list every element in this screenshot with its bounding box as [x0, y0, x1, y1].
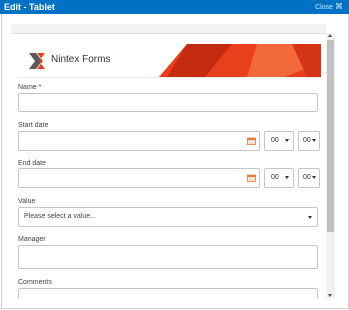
- close-icon: ⌘: [335, 2, 343, 11]
- close-label: Close: [315, 4, 333, 11]
- comments-input[interactable]: [18, 288, 318, 299]
- window-title: Edit - Tablet: [4, 2, 55, 12]
- form-top-strip: [11, 24, 326, 33]
- end-hour-select[interactable]: 00: [264, 168, 294, 188]
- chevron-down-icon: [312, 176, 316, 179]
- required-marker: *: [38, 84, 42, 91]
- chevron-down-icon: [285, 139, 289, 142]
- scroll-up-icon[interactable]: [328, 34, 332, 37]
- nintex-banner: Nintex Forms: [17, 44, 321, 78]
- end-minute-select[interactable]: 00: [298, 168, 320, 188]
- name-label: Name *: [18, 84, 42, 91]
- chevron-down-icon: [285, 176, 289, 179]
- scroll-down-icon[interactable]: [328, 294, 332, 297]
- chevron-down-icon: [308, 216, 312, 219]
- start-hour-select[interactable]: 00: [264, 131, 294, 151]
- form-canvas: Nintex Forms Name * Start date 00 00 End…: [11, 33, 326, 299]
- name-input[interactable]: [18, 93, 318, 112]
- value-label: Value: [18, 198, 36, 205]
- start-minute-select[interactable]: 00: [298, 131, 320, 151]
- scrollbar-thumb[interactable]: [327, 40, 334, 232]
- calendar-icon[interactable]: [247, 174, 256, 182]
- form-scrollbar[interactable]: [326, 33, 335, 298]
- start-date-input[interactable]: [18, 131, 260, 151]
- close-button[interactable]: Close ⌘: [315, 1, 343, 14]
- start-date-label: Start date: [18, 122, 49, 129]
- manager-input[interactable]: [18, 245, 318, 269]
- nintex-x-logo: [29, 53, 45, 69]
- nintex-forms-logo-text: Nintex Forms: [51, 54, 111, 65]
- chevron-down-icon: [312, 139, 316, 142]
- end-date-label: End date: [18, 160, 47, 167]
- comments-label: Comments: [18, 279, 52, 286]
- manager-label: Manager: [18, 236, 46, 243]
- value-select[interactable]: Please select a value...: [18, 207, 318, 227]
- end-date-input[interactable]: [18, 168, 260, 188]
- calendar-icon[interactable]: [247, 137, 256, 145]
- window-title-bar: Edit - Tablet Close ⌘: [0, 0, 349, 14]
